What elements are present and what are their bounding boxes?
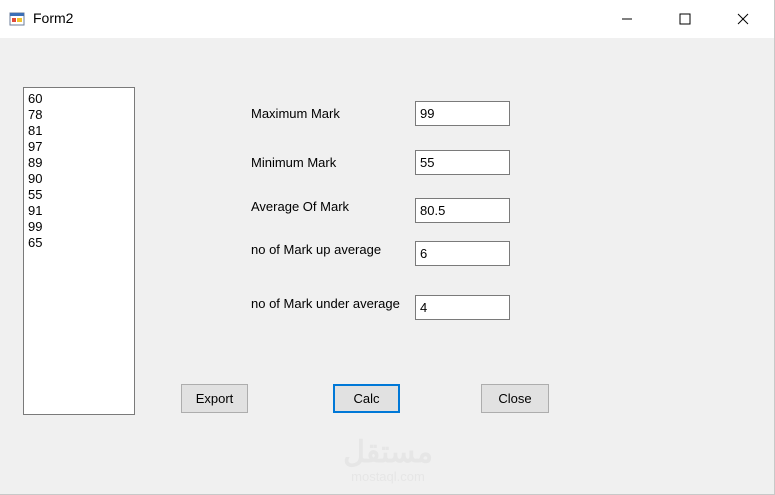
close-button[interactable]: Close <box>481 384 549 413</box>
maximum-mark-field[interactable] <box>415 101 510 126</box>
up-average-count-label: no of Mark up average <box>251 242 382 257</box>
up-average-count-field[interactable] <box>415 241 510 266</box>
list-item[interactable]: 60 <box>28 91 134 107</box>
marks-listbox[interactable]: 60 78 81 97 89 90 55 91 99 65 <box>23 87 135 415</box>
average-mark-field[interactable] <box>415 198 510 223</box>
minimum-mark-field[interactable] <box>415 150 510 175</box>
list-item[interactable]: 97 <box>28 139 134 155</box>
mostaql-watermark: مستقل mostaql.com <box>333 436 443 484</box>
maximize-icon <box>679 13 691 25</box>
close-window-button[interactable] <box>714 0 772 38</box>
export-button[interactable]: Export <box>181 384 248 413</box>
list-item[interactable]: 78 <box>28 107 134 123</box>
under-average-count-label: no of Mark under average <box>251 296 400 311</box>
minimize-button[interactable] <box>598 0 656 38</box>
list-item[interactable]: 81 <box>28 123 134 139</box>
form-app-icon <box>9 12 25 26</box>
list-item[interactable]: 55 <box>28 187 134 203</box>
list-item[interactable]: 65 <box>28 235 134 251</box>
minimize-icon <box>622 18 632 20</box>
window-title: Form2 <box>33 10 74 26</box>
list-item[interactable]: 89 <box>28 155 134 171</box>
list-item[interactable]: 90 <box>28 171 134 187</box>
list-item[interactable]: 99 <box>28 219 134 235</box>
under-average-count-field[interactable] <box>415 295 510 320</box>
watermark-latin-text: mostaql.com <box>351 469 425 484</box>
maximize-button[interactable] <box>656 0 714 38</box>
calc-button[interactable]: Calc <box>333 384 400 413</box>
watermark-arabic-text: مستقل <box>343 436 433 469</box>
list-item[interactable]: 91 <box>28 203 134 219</box>
close-icon <box>737 13 749 25</box>
minimum-mark-label: Minimum Mark <box>251 155 337 170</box>
form2-window: Form2 60 78 81 97 89 90 55 91 99 65 Maxi… <box>0 0 775 495</box>
maximum-mark-label: Maximum Mark <box>251 106 340 121</box>
average-mark-label: Average Of Mark <box>251 199 350 214</box>
title-bar[interactable]: Form2 <box>0 0 774 38</box>
